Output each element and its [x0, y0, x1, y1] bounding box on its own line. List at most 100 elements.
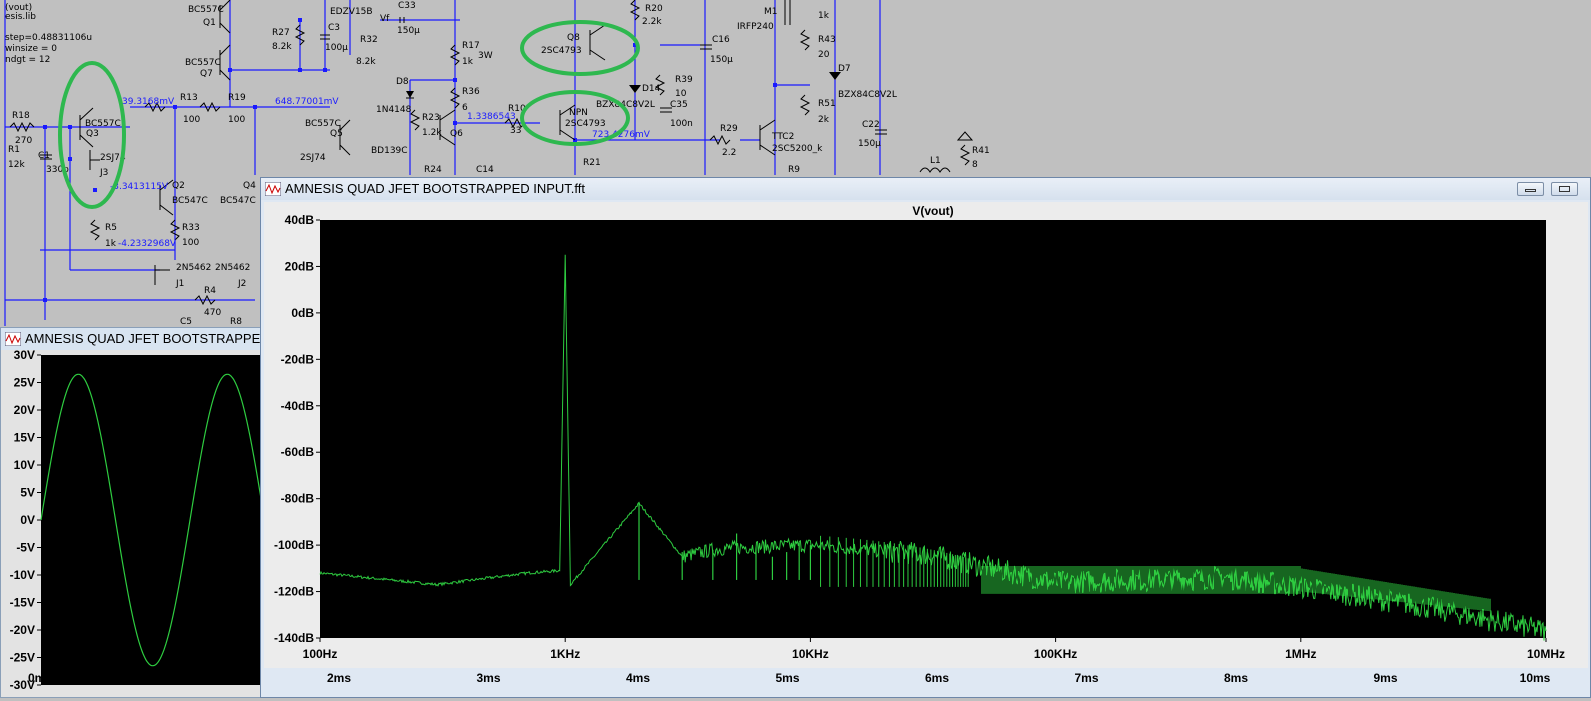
fft-y-tick-label: -100dB — [274, 538, 314, 552]
svg-text:2.2: 2.2 — [722, 148, 736, 158]
maximize-icon — [1559, 186, 1570, 192]
svg-text:100: 100 — [182, 238, 199, 248]
svg-text:R17: R17 — [462, 41, 480, 51]
svg-text:IRFP240: IRFP240 — [737, 22, 774, 32]
fft-y-tick-label: -60dB — [281, 445, 315, 459]
svg-text:100: 100 — [228, 115, 245, 125]
waveform-x-tick-label: 0ms — [28, 671, 52, 685]
svg-text:D8: D8 — [396, 77, 409, 87]
waveform-x-tick-label: 8ms — [1224, 671, 1248, 685]
svg-text:R19: R19 — [228, 93, 246, 103]
fft-window-titlebar[interactable]: AMNESIS QUAD JFET BOOTSTRAPPED INPUT.fft — [261, 178, 1590, 200]
fft-y-tick-label: -80dB — [281, 492, 315, 506]
svg-text:C5: C5 — [180, 317, 192, 327]
fft-x-tick-label: 100KHz — [1034, 647, 1077, 661]
fft-window[interactable]: AMNESIS QUAD JFET BOOTSTRAPPED INPUT.fft… — [260, 177, 1591, 698]
directive-step: step=0.48831106u — [5, 33, 92, 43]
svg-text:2SC4793: 2SC4793 — [565, 119, 606, 129]
svg-text:J2: J2 — [237, 279, 246, 289]
waveform-window-titlebar[interactable]: AMNESIS QUAD JFET BOOTSTRAPPED INPUT — [1, 328, 264, 350]
svg-text:R39: R39 — [675, 75, 693, 85]
svg-text:BC557C: BC557C — [85, 119, 121, 129]
waveform-x-tick-label: 9ms — [1373, 671, 1397, 685]
waveform-y-tick-label: -10V — [10, 568, 35, 582]
maximize-button[interactable] — [1551, 182, 1578, 196]
waveform-plot-area[interactable] — [41, 355, 264, 685]
svg-text:2SC5200_k: 2SC5200_k — [772, 144, 823, 154]
svg-text:R5: R5 — [105, 223, 117, 233]
svg-text:R36: R36 — [462, 87, 480, 97]
svg-text:R9: R9 — [788, 165, 800, 175]
svg-text:R33: R33 — [182, 223, 200, 233]
waveform-x-tick-label: 5ms — [775, 671, 799, 685]
svg-text:TTC2: TTC2 — [771, 132, 794, 142]
svg-text:BD139C: BD139C — [371, 146, 408, 156]
svg-text:L1: L1 — [930, 156, 941, 166]
svg-text:D14: D14 — [642, 84, 661, 94]
fft-x-tick-label: 10KHz — [792, 647, 829, 661]
waveform-y-tick-label: -5V — [16, 541, 35, 555]
svg-text:C1: C1 — [38, 151, 50, 161]
fft-trace-label[interactable]: V(vout) — [912, 204, 953, 218]
svg-text:Q8: Q8 — [567, 33, 580, 43]
svg-text:3W: 3W — [478, 51, 493, 61]
voltage-node-4: -3.3413115V — [110, 182, 169, 192]
svg-text:R13: R13 — [180, 93, 198, 103]
fft-plot[interactable]: V(vout) 40dB 20dB 0dB -20dB -40dB -60dB -80dB -… — [264, 202, 1588, 668]
svg-text:8: 8 — [972, 160, 978, 170]
waveform-y-tick-label: 20V — [14, 403, 35, 417]
svg-text:Vf: Vf — [380, 14, 390, 24]
svg-text:1k: 1k — [818, 11, 830, 21]
waveform-x-tick-label: 7ms — [1074, 671, 1098, 685]
svg-text:BC557C: BC557C — [305, 119, 341, 129]
svg-text:12k: 12k — [8, 160, 25, 170]
fft-y-tick-label: -40dB — [281, 399, 315, 413]
minimize-button[interactable] — [1517, 182, 1544, 196]
svg-text:C33: C33 — [398, 1, 416, 11]
fft-y-tick-label: -20dB — [281, 352, 315, 366]
svg-text:R18: R18 — [12, 111, 30, 121]
svg-text:R23: R23 — [422, 113, 440, 123]
waveform-y-tick-label: -20V — [10, 623, 35, 637]
waveform-plot[interactable]: 30V25V20V15V10V5V0V-5V-10V-15V-20V-25V-3… — [1, 348, 265, 697]
svg-text:20: 20 — [818, 50, 830, 60]
waveform-y-tick-label: -25V — [10, 651, 35, 665]
fft-y-tick-label: -140dB — [274, 631, 314, 645]
fft-plot-area[interactable] — [320, 220, 1546, 638]
fft-x-tick-label: 10MHz — [1527, 647, 1565, 661]
svg-text:Q3: Q3 — [86, 129, 99, 139]
svg-text:EDZV15B: EDZV15B — [330, 7, 373, 17]
svg-text:Q4: Q4 — [243, 181, 256, 191]
svg-text:BC547C: BC547C — [172, 196, 208, 206]
svg-text:1N4148: 1N4148 — [376, 105, 412, 115]
svg-text:C3: C3 — [328, 23, 340, 33]
svg-text:C22: C22 — [862, 120, 880, 130]
fft-y-tick-label: 0dB — [291, 306, 314, 320]
waveform-x-tick-label: 1ms — [177, 671, 201, 685]
waveform-window[interactable]: AMNESIS QUAD JFET BOOTSTRAPPED INPUT 30V… — [0, 327, 265, 698]
svg-text:33: 33 — [510, 126, 521, 136]
waveform-y-tick-label: 5V — [20, 486, 35, 500]
svg-text:R51: R51 — [818, 99, 836, 109]
directive-winsize: winsize = 0 — [5, 44, 57, 54]
waveform-x-tick-label: 6ms — [925, 671, 949, 685]
waveform-x-tick-label: 3ms — [476, 671, 500, 685]
svg-text:R29: R29 — [720, 124, 738, 134]
svg-text:100n: 100n — [670, 119, 693, 129]
svg-text:M1: M1 — [764, 7, 778, 17]
svg-text:C16: C16 — [712, 35, 730, 45]
svg-text:BZX84C8V2L: BZX84C8V2L — [838, 90, 897, 100]
svg-text:2SC4793: 2SC4793 — [541, 46, 582, 56]
svg-text:C14: C14 — [476, 165, 494, 175]
svg-text:NPN: NPN — [569, 108, 588, 118]
svg-text:R8: R8 — [230, 317, 242, 327]
waveform-x-tick-label: 10ms — [1520, 671, 1551, 685]
svg-text:2.2k: 2.2k — [642, 17, 662, 27]
voltage-node-3: -4.2332968V — [118, 239, 177, 249]
svg-text:2N5462: 2N5462 — [215, 263, 250, 273]
svg-text:Q7: Q7 — [200, 69, 213, 79]
svg-text:D7: D7 — [838, 64, 851, 74]
waveform-x-tick-label: 2ms — [327, 671, 351, 685]
waveform-y-tick-label: 0V — [20, 513, 35, 527]
svg-text:Q5: Q5 — [330, 129, 343, 139]
